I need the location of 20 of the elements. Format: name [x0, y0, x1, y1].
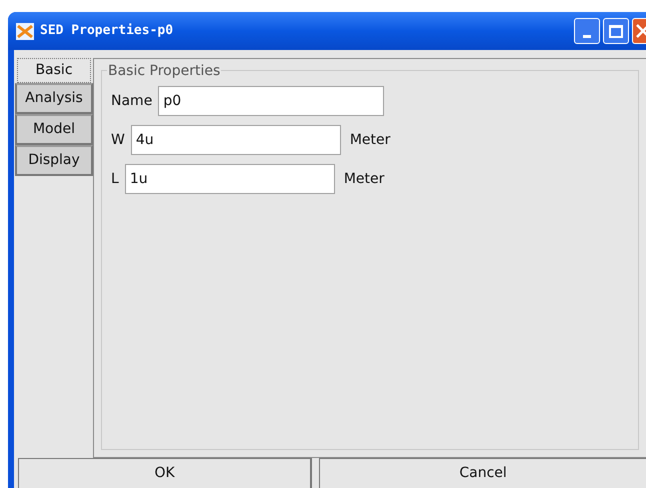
group-title: Basic Properties [107, 62, 222, 80]
unit-label: Meter [350, 130, 390, 150]
text-field[interactable]: 4u [130, 125, 341, 155]
minimize-button[interactable] [574, 18, 600, 44]
close-button[interactable] [632, 18, 646, 44]
tab[interactable]: Model [15, 114, 93, 145]
field-label: W [111, 130, 125, 150]
ok-button[interactable]: OK [18, 458, 312, 488]
maximize-button[interactable] [603, 18, 629, 44]
field-label: L [111, 170, 119, 188]
tab[interactable]: Display [15, 145, 93, 176]
tab[interactable]: Analysis [15, 83, 93, 114]
app-icon [16, 22, 34, 40]
field-label: Name [111, 92, 152, 110]
text-field[interactable]: 1u [124, 164, 335, 194]
tab[interactable]: Basic [17, 58, 91, 83]
window-title: SED Properties-p0 [40, 22, 174, 40]
text-field[interactable]: p0 [158, 86, 384, 116]
cancel-button[interactable]: Cancel [319, 458, 646, 488]
unit-label: Meter [344, 170, 384, 188]
